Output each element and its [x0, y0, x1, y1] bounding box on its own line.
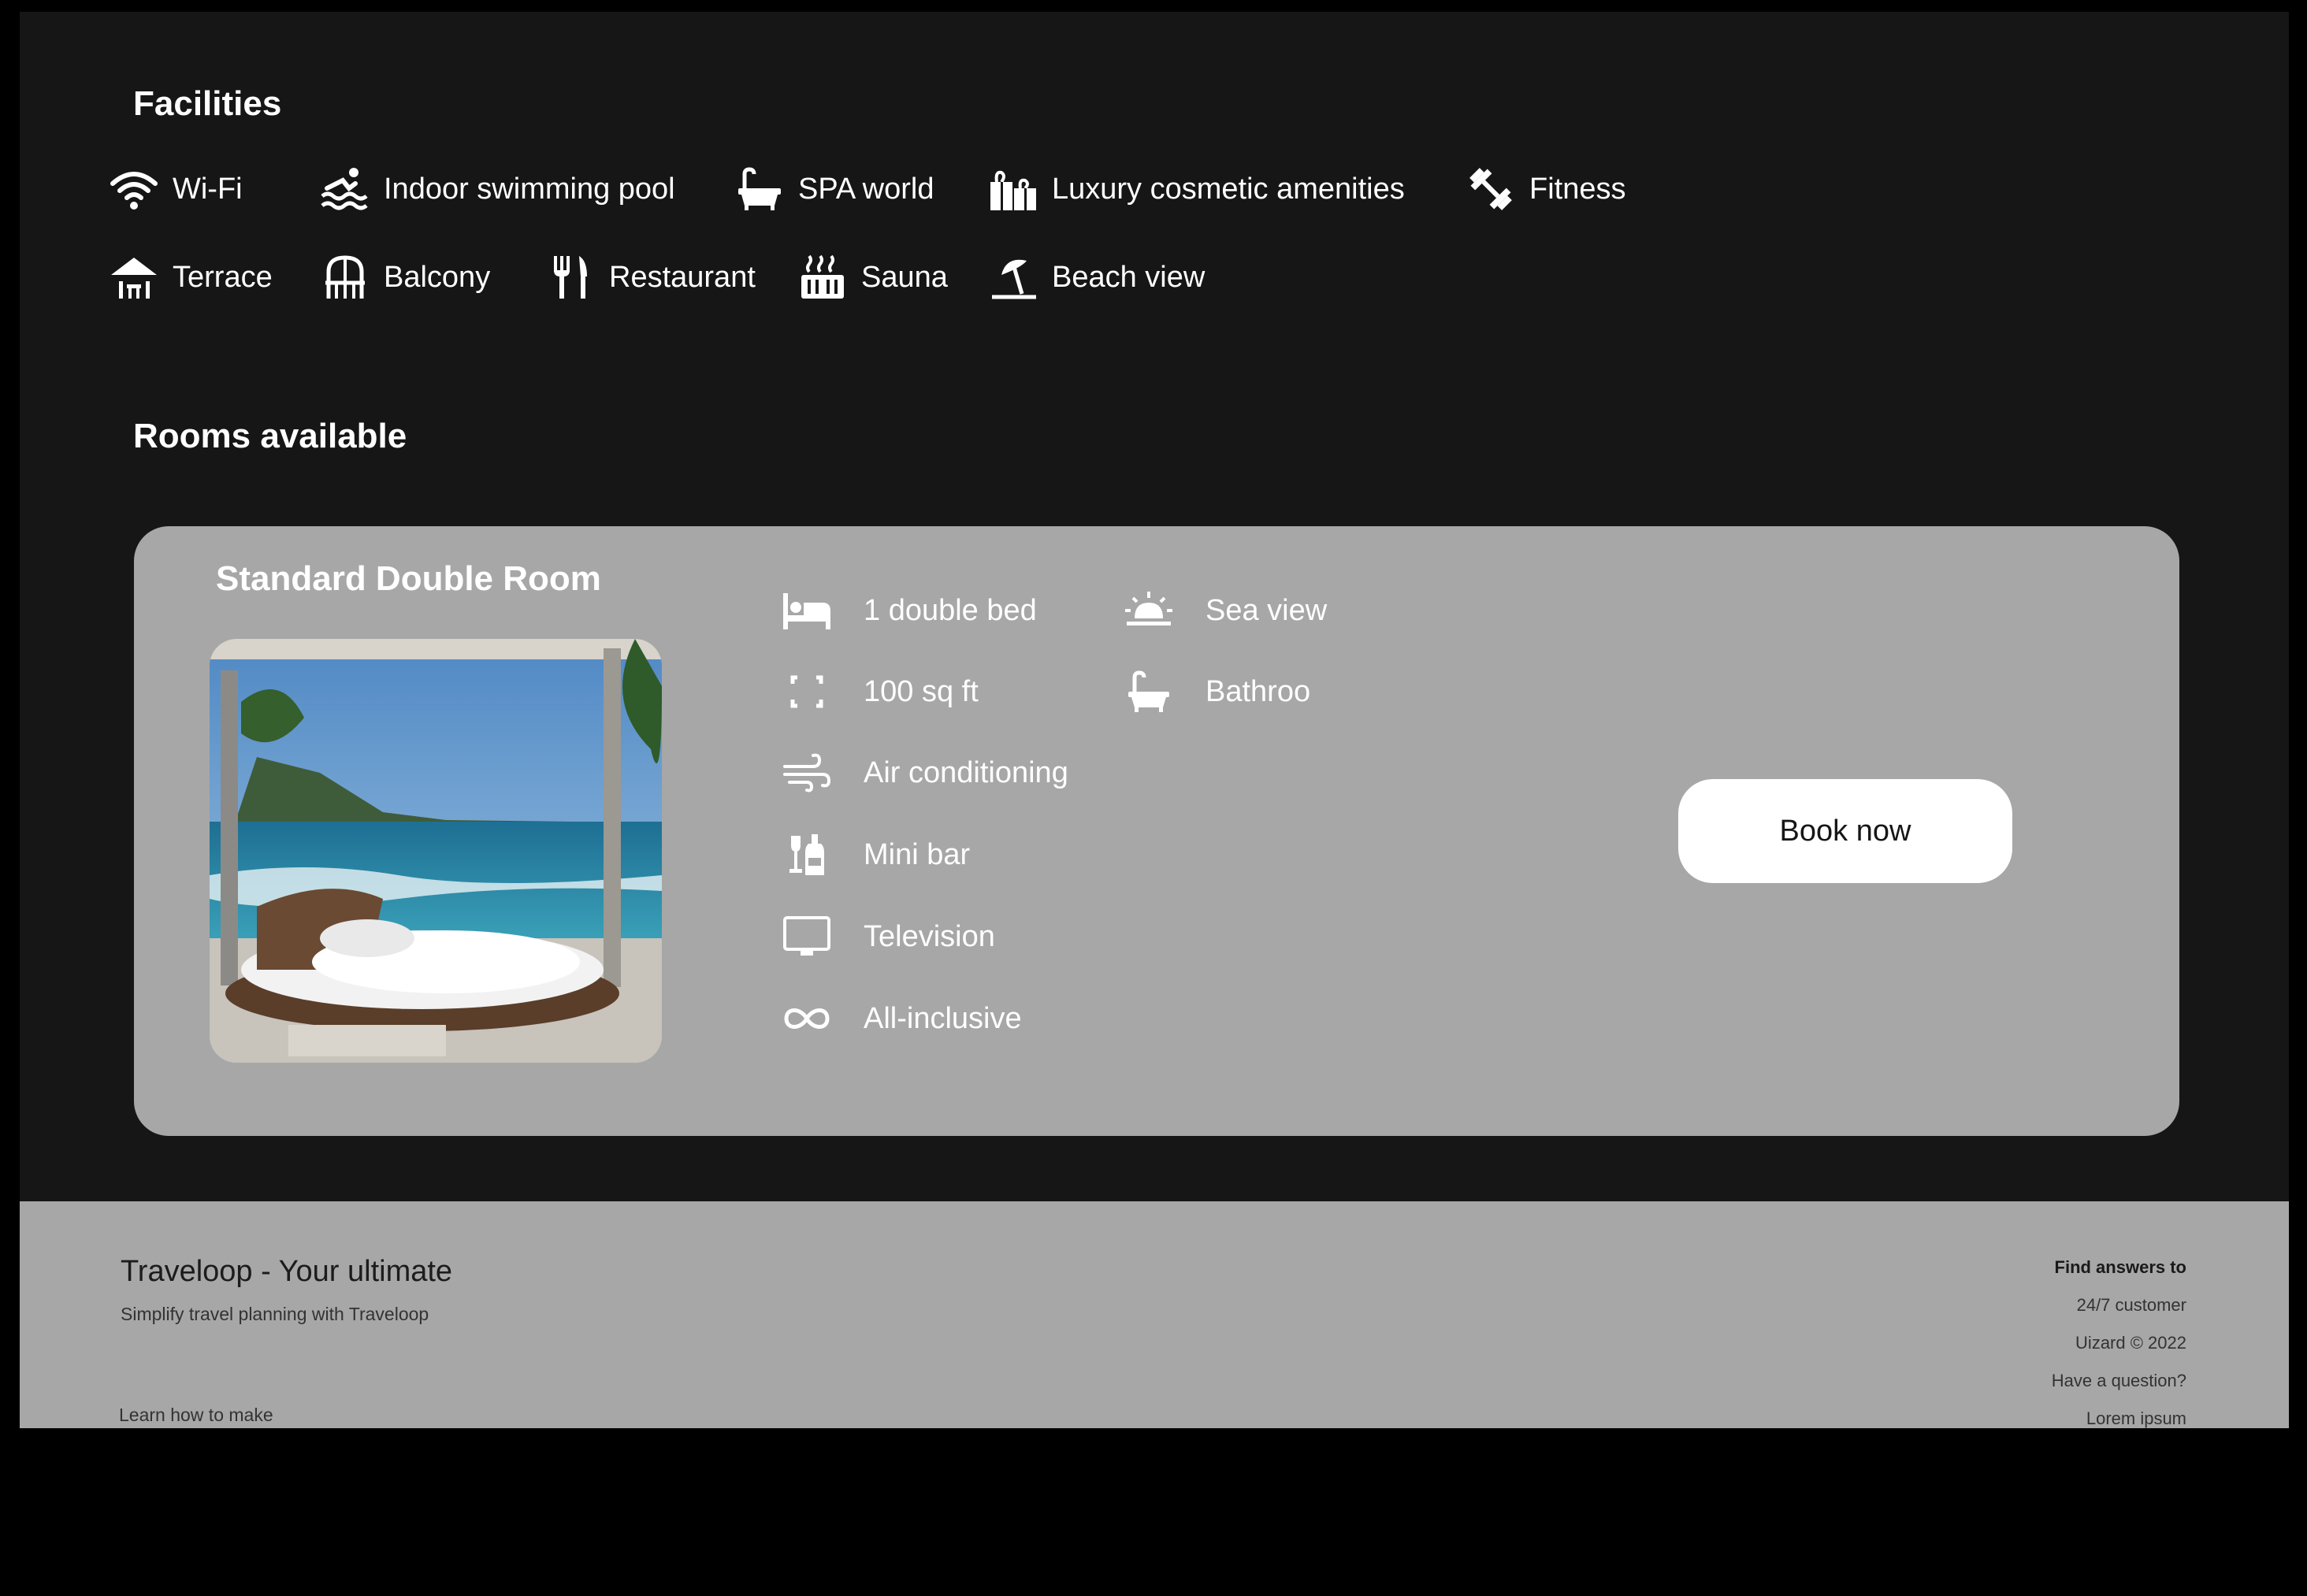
facility-sauna: Sauna [797, 250, 948, 305]
facility-label: SPA world [798, 172, 934, 206]
hotel-details-panel: Facilities Wi-Fi Indoor swimming pool SP… [20, 12, 2289, 1201]
footer-tagline: Simplify travel planning with Traveloop [121, 1304, 429, 1324]
facility-spa-world: SPA world [734, 161, 934, 217]
wind-icon [783, 753, 831, 792]
facility-label: Wi-Fi [173, 172, 243, 206]
room-feature-television: Television [782, 909, 995, 964]
footer-link[interactable]: Lorem ipsum [2052, 1405, 2186, 1442]
facility-terrace: Terrace [108, 250, 273, 305]
footer-link[interactable]: 24/7 customer [2052, 1291, 2186, 1329]
site-footer: Traveloop - Your ultimate Simplify trave… [20, 1201, 2289, 1428]
tv-icon [783, 916, 830, 956]
book-now-button[interactable]: Book now [1678, 779, 2012, 883]
room-feature-label: Television [864, 919, 995, 953]
room-feature-label: 1 double bed [864, 593, 1037, 627]
facility-label: Terrace [173, 260, 273, 294]
rooms-available-title: Rooms available [133, 417, 407, 455]
room-feature-air-conditioning: Air conditioning [782, 745, 1068, 800]
facility-fitness: Fitness [1465, 161, 1625, 217]
umbrella-beach-icon [992, 259, 1036, 299]
bed-icon [783, 593, 830, 629]
room-feature-size: 100 sq ft [782, 664, 979, 719]
terrace-icon [111, 258, 157, 299]
utensils-icon [554, 256, 587, 299]
room-photo [210, 639, 662, 1063]
room-feature-label: 100 sq ft [864, 674, 979, 708]
expand-icon [790, 675, 823, 708]
footer-link[interactable]: Have a question? [2052, 1367, 2186, 1405]
facility-indoor-pool: Indoor swimming pool [319, 161, 675, 217]
sunrise-icon [1125, 592, 1172, 625]
room-feature-label: All-inclusive [864, 1001, 1022, 1035]
room-feature-label: Sea view [1206, 593, 1328, 627]
balcony-icon [325, 255, 365, 299]
bathtub-icon [738, 167, 781, 210]
footer-copyright: Uizard © 2022 [2075, 1333, 2186, 1353]
footer-learn-link[interactable]: Learn how to make [119, 1405, 273, 1426]
room-feature-sea-view: Sea view [1124, 583, 1327, 638]
room-feature-mini-bar: Mini bar [782, 827, 970, 882]
footer-brand: Traveloop - Your ultimate [121, 1255, 453, 1288]
room-feature-all-inclusive: All-inclusive [782, 991, 1022, 1046]
facility-beach-view: Beach view [987, 250, 1205, 305]
wine-bottle-icon [789, 834, 824, 875]
dumbbell-icon [1469, 168, 1512, 210]
facility-label: Sauna [861, 260, 948, 294]
facility-luxury-amenities: Luxury cosmetic amenities [987, 161, 1405, 217]
gift-icon [990, 170, 1036, 210]
footer-links: Find answers to 24/7 customer Uizard © 2… [2052, 1253, 2186, 1442]
room-feature-label: Air conditioning [864, 755, 1068, 789]
wifi-icon [110, 172, 158, 210]
bathtub-icon [1128, 670, 1169, 712]
room-feature-bathroom: Bathroo [1124, 664, 1310, 719]
facility-label: Indoor swimming pool [384, 172, 675, 206]
facility-label: Balcony [384, 260, 491, 294]
sauna-icon [801, 254, 844, 299]
footer-link-heading: Find answers to [2054, 1257, 2186, 1277]
facility-balcony: Balcony [319, 250, 490, 305]
facility-label: Beach view [1052, 260, 1206, 294]
facilities-title: Facilities [133, 84, 282, 123]
facility-label: Luxury cosmetic amenities [1052, 172, 1405, 206]
facility-wifi: Wi-Fi [108, 161, 243, 217]
room-feature-bed: 1 double bed [782, 583, 1037, 638]
facility-restaurant: Restaurant [544, 250, 756, 305]
room-feature-label: Bathroo [1206, 674, 1311, 708]
swimming-icon [321, 168, 368, 210]
facility-label: Fitness [1529, 172, 1626, 206]
facility-label: Restaurant [609, 260, 756, 294]
room-title: Standard Double Room [216, 559, 601, 598]
infinity-icon [784, 1008, 830, 1029]
room-card: Standard Double Room 1 double bed 100 sq… [134, 526, 2179, 1136]
room-feature-label: Mini bar [864, 837, 971, 871]
